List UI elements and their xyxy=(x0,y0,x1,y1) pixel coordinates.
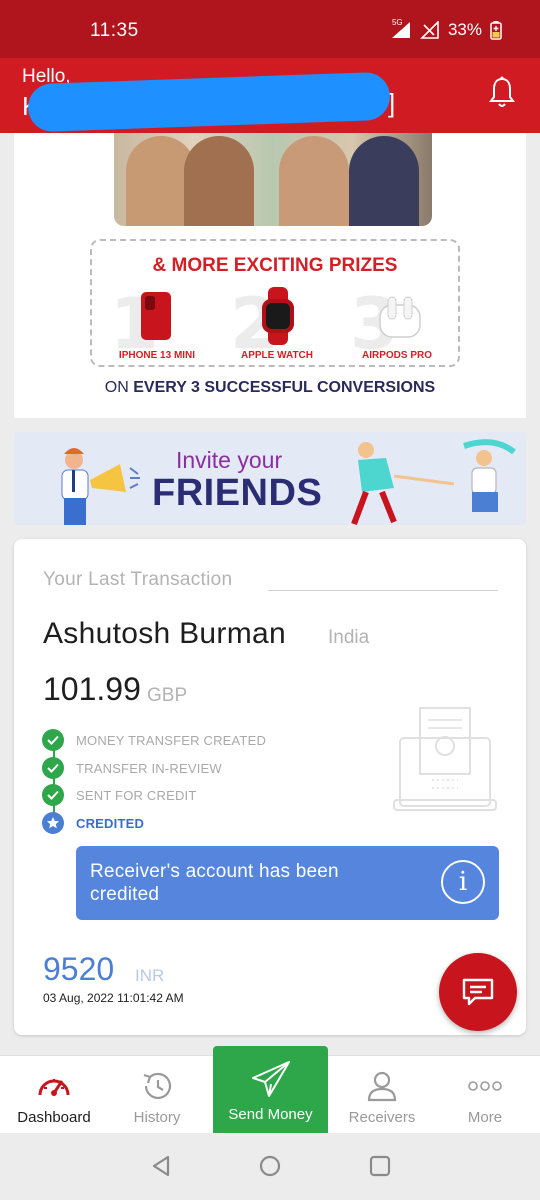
more-dots-icon xyxy=(467,1069,503,1103)
prize-title: & MORE EXCITING PRIZES xyxy=(152,255,398,276)
last-transaction-card[interactable]: Your Last Transaction Ashutosh Burman In… xyxy=(14,539,526,1035)
invite-friends-banner[interactable]: Invite your FRIENDS xyxy=(14,432,526,525)
receiver-country: India xyxy=(328,627,370,648)
system-navigation-bar xyxy=(0,1133,540,1200)
prize-item: 1 IPHONE 13 MINI xyxy=(110,283,196,365)
notification-bell-icon[interactable] xyxy=(488,76,516,115)
received-amount: 9520 xyxy=(43,951,115,987)
dashboard-content[interactable]: & MORE EXCITING PRIZES 1 IPHONE 13 MINI … xyxy=(0,133,540,1055)
prize-box: & MORE EXCITING PRIZES 1 IPHONE 13 MINI … xyxy=(90,239,460,367)
promo-card[interactable]: & MORE EXCITING PRIZES 1 IPHONE 13 MINI … xyxy=(14,133,526,418)
chat-icon xyxy=(462,978,494,1006)
running-friends-illustration xyxy=(351,439,516,525)
sent-amount: 101.99 xyxy=(43,671,141,707)
progress-step: TRANSFER IN-REVIEW xyxy=(42,757,222,779)
nav-history[interactable]: History xyxy=(108,1056,206,1134)
recents-icon[interactable] xyxy=(369,1155,391,1177)
app-header: Hello, Kiri ] xyxy=(0,58,540,133)
person-image xyxy=(349,136,419,226)
invite-line1: Invite your xyxy=(176,447,283,473)
check-icon xyxy=(42,757,64,779)
status-icons: 5G 33% xyxy=(386,18,502,40)
progress-step: MONEY TRANSFER CREATED xyxy=(42,729,266,751)
check-icon xyxy=(42,784,64,806)
promo-people-photo xyxy=(114,133,432,226)
promo-footer: ON EVERY 3 SUCCESSFUL CONVERSIONS xyxy=(104,379,436,396)
star-icon xyxy=(42,812,64,834)
status-bar: 11:35 5G 33% xyxy=(0,0,540,58)
signal-off-icon xyxy=(420,21,440,39)
iphone-icon xyxy=(141,292,171,340)
battery-icon xyxy=(490,20,502,40)
airpods-icon xyxy=(379,296,421,338)
signal-5g-icon: 5G xyxy=(386,18,412,39)
battery-percent: 33% xyxy=(447,20,482,39)
person-icon xyxy=(366,1069,398,1103)
status-message-banner[interactable]: Receiver's account has been credited i xyxy=(76,846,499,920)
check-icon xyxy=(42,729,64,751)
person-image xyxy=(184,136,254,226)
transaction-datetime: 03 Aug, 2022 11:01:42 AM xyxy=(43,991,184,1005)
progress-step: CREDITED xyxy=(42,812,144,834)
progress-step: SENT FOR CREDIT xyxy=(42,784,197,806)
prize-item: 2 APPLE WATCH xyxy=(230,283,314,365)
divider xyxy=(268,590,498,591)
receipt-illustration-icon xyxy=(393,707,497,811)
received-currency: INR xyxy=(135,966,165,985)
receiver-name: Ashutosh Burman xyxy=(43,617,286,650)
nav-send-money[interactable]: Send Money xyxy=(213,1046,328,1134)
person-image xyxy=(279,136,349,226)
redaction-mark xyxy=(27,71,391,133)
last-transaction-heading: Your Last Transaction xyxy=(43,569,233,590)
nav-dashboard[interactable]: Dashboard xyxy=(0,1056,108,1134)
info-icon[interactable]: i xyxy=(441,860,485,904)
invite-line2: FRIENDS xyxy=(152,472,323,514)
prize-item: 3 AIRPODS PRO xyxy=(350,283,432,365)
megaphone-person-illustration xyxy=(61,448,140,525)
sent-currency: GBP xyxy=(147,685,188,706)
status-message: Receiver's account has been credited xyxy=(90,861,339,905)
apple-watch-icon xyxy=(262,287,294,345)
chat-button[interactable] xyxy=(439,953,517,1031)
home-icon[interactable] xyxy=(259,1155,281,1177)
bottom-navigation: Dashboard History Send Money Receivers M… xyxy=(0,1046,540,1134)
history-clock-icon xyxy=(140,1069,174,1103)
status-time: 11:35 xyxy=(90,20,139,41)
nav-receivers[interactable]: Receivers xyxy=(330,1056,434,1134)
paper-plane-icon xyxy=(251,1061,291,1097)
back-icon[interactable] xyxy=(150,1155,172,1177)
nav-more[interactable]: More xyxy=(436,1056,534,1134)
speedometer-icon xyxy=(36,1069,72,1103)
